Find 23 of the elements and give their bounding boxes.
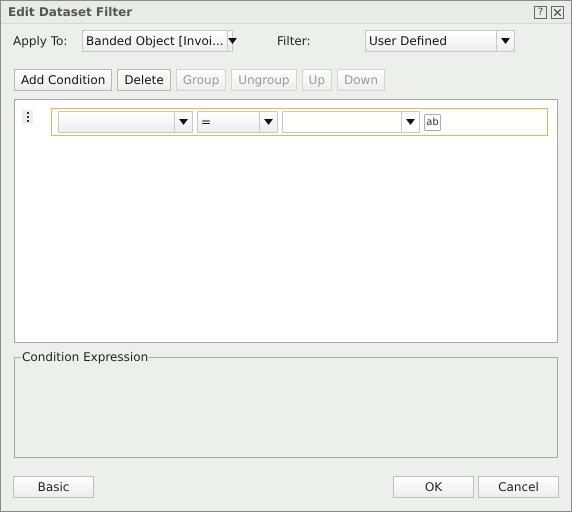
filter-dropdown[interactable]: User Defined	[365, 30, 515, 52]
close-button[interactable]	[551, 6, 564, 18]
value-type-button[interactable]: ab	[424, 114, 441, 130]
operator-dropdown[interactable]: =	[197, 111, 278, 133]
toolbar-button[interactable]: Add Condition	[14, 69, 112, 91]
filter-label: Filter:	[277, 33, 312, 50]
caret-icon	[406, 119, 415, 125]
caret-icon	[501, 38, 510, 44]
caret-icon	[179, 119, 188, 125]
toolbar-button[interactable]: Delete	[117, 69, 171, 91]
caret-icon	[264, 119, 273, 125]
close-icon	[554, 8, 561, 16]
apply-to-label: Apply To:	[13, 33, 68, 50]
ok-button[interactable]: OK	[393, 476, 474, 498]
field-dropdown[interactable]	[58, 111, 193, 133]
drag-handle-icon[interactable]	[22, 110, 33, 124]
condition-expression-legend: Condition Expression	[21, 348, 150, 366]
cancel-button[interactable]: Cancel	[478, 476, 559, 498]
caret-icon	[228, 38, 237, 44]
help-button[interactable]: ?	[534, 6, 547, 18]
condition-row[interactable]: = ab	[51, 108, 548, 136]
basic-button[interactable]: Basic	[13, 476, 94, 498]
window-title: Edit Dataset Filter	[8, 4, 132, 21]
